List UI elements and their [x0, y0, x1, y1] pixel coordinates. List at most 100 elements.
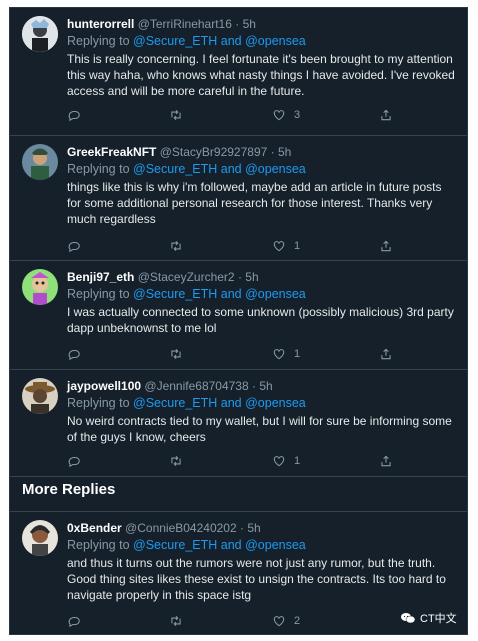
timestamp[interactable]: 5h [245, 270, 258, 284]
replying-to: Replying to @Secure_ETH and @opensea [67, 538, 306, 552]
reply-button[interactable] [67, 345, 81, 363]
like-icon [273, 616, 285, 627]
tweet-text: and thus it turns out the rumors were no… [67, 556, 446, 602]
display-name[interactable]: Benji97_eth [67, 270, 134, 284]
tweet-header: hunterorrell @TerriRinehart16 · 5h [67, 17, 256, 31]
tweet-actions: 1 [67, 345, 457, 363]
like-count: 1 [294, 348, 301, 360]
replies-panel: hunterorrell @TerriRinehart16 · 5h Reply… [9, 7, 468, 635]
retweet-icon [171, 240, 181, 252]
mention-link[interactable]: @Secure_ETH [133, 538, 217, 552]
avatar[interactable] [22, 378, 58, 414]
avatar[interactable] [22, 16, 58, 52]
watermark-text: CT中文 [420, 613, 457, 625]
mention-link[interactable]: @opensea [245, 162, 306, 176]
like-button[interactable]: 3 [272, 106, 300, 124]
timestamp[interactable]: 5h [259, 379, 272, 393]
handle[interactable]: @TerriRinehart16 [138, 17, 232, 31]
wechat-icon [401, 613, 416, 624]
like-count: 3 [294, 109, 301, 121]
avatar[interactable] [22, 520, 58, 556]
avatar[interactable] [22, 144, 58, 180]
retweet-icon [171, 348, 181, 360]
mention-link[interactable]: @Secure_ETH [133, 34, 217, 48]
tweet-text: things like this is why i'm followed, ma… [67, 180, 442, 226]
share-button[interactable] [379, 452, 393, 470]
reply-icon [68, 349, 80, 361]
tweet-header: GreekFreakNFT @StacyBr92927897 · 5h [67, 145, 292, 159]
like-count: 1 [294, 455, 301, 467]
share-icon [381, 240, 391, 252]
share-icon [381, 455, 391, 467]
display-name[interactable]: hunterorrell [67, 17, 134, 31]
timestamp[interactable]: 5h [243, 17, 256, 31]
replying-to: Replying to @Secure_ETH and @opensea [67, 396, 306, 410]
retweet-button[interactable] [169, 612, 183, 630]
reply-button[interactable] [67, 612, 81, 630]
like-button[interactable]: 2 [272, 612, 300, 630]
reply-icon [68, 456, 80, 468]
retweet-button[interactable] [169, 237, 183, 255]
tweet-4[interactable]: jaypowell100 @Jennife68704738 · 5h Reply… [10, 370, 467, 477]
share-icon [381, 348, 391, 360]
replying-to: Replying to @Secure_ETH and @opensea [67, 34, 306, 48]
like-button[interactable]: 1 [272, 237, 300, 255]
tweet-1[interactable]: hunterorrell @TerriRinehart16 · 5h Reply… [10, 8, 467, 136]
display-name[interactable]: GreekFreakNFT [67, 145, 156, 159]
retweet-button[interactable] [169, 106, 183, 124]
retweet-icon [171, 455, 181, 467]
mention-link[interactable]: @Secure_ETH [133, 287, 217, 301]
handle[interactable]: @Jennife68704738 [144, 379, 248, 393]
avatar[interactable] [22, 269, 58, 305]
more-replies-heading: More Replies [22, 481, 116, 498]
share-button[interactable] [379, 237, 393, 255]
display-name[interactable]: jaypowell100 [67, 379, 141, 393]
like-button[interactable]: 1 [272, 345, 300, 363]
tweet-header: jaypowell100 @Jennife68704738 · 5h [67, 379, 273, 393]
reply-button[interactable] [67, 237, 81, 255]
tweet-text: I was actually connected to some unknown… [67, 305, 454, 335]
like-icon [273, 110, 285, 121]
tweet-header: 0xBender @ConnieB04240202 · 5h [67, 521, 261, 535]
tweet-3[interactable]: Benji97_eth @StaceyZurcher2 · 5h Replyin… [10, 261, 467, 370]
like-icon [273, 349, 285, 360]
replying-to: Replying to @Secure_ETH and @opensea [67, 287, 306, 301]
tweet-actions: 3 [67, 106, 457, 124]
reply-button[interactable] [67, 106, 81, 124]
reply-icon [68, 241, 80, 253]
handle[interactable]: @StaceyZurcher2 [138, 270, 235, 284]
share-button[interactable] [379, 106, 393, 124]
retweet-button[interactable] [169, 452, 183, 470]
retweet-icon [171, 615, 181, 627]
tweet-5[interactable]: 0xBender @ConnieB04240202 · 5h Replying … [10, 511, 467, 634]
tweet-actions: 1 [67, 452, 457, 470]
handle[interactable]: @ConnieB04240202 [125, 521, 237, 535]
retweet-button[interactable] [169, 345, 183, 363]
share-button[interactable] [379, 345, 393, 363]
timestamp[interactable]: 5h [247, 521, 260, 535]
mention-link[interactable]: @opensea [245, 287, 306, 301]
reply-icon [68, 616, 80, 628]
like-count: 1 [294, 240, 301, 252]
mention-link[interactable]: @opensea [245, 396, 306, 410]
tweet-text: No weird contracts tied to my wallet, bu… [67, 414, 452, 444]
display-name[interactable]: 0xBender [67, 521, 122, 535]
mention-link[interactable]: @Secure_ETH [133, 162, 217, 176]
tweet-actions: 2 [67, 612, 457, 630]
mention-link[interactable]: @Secure_ETH [133, 396, 217, 410]
mention-link[interactable]: @opensea [245, 34, 306, 48]
tweet-actions: 1 [67, 237, 457, 255]
like-icon [273, 456, 285, 467]
replying-to: Replying to @Secure_ETH and @opensea [67, 162, 306, 176]
like-icon [273, 241, 285, 252]
timestamp[interactable]: 5h [278, 145, 291, 159]
reply-icon [68, 110, 80, 122]
mention-link[interactable]: @opensea [245, 538, 306, 552]
handle[interactable]: @StacyBr92927897 [160, 145, 268, 159]
tweet-2[interactable]: GreekFreakNFT @StacyBr92927897 · 5h Repl… [10, 136, 467, 261]
reply-button[interactable] [67, 452, 81, 470]
retweet-icon [171, 109, 181, 121]
tweet-header: Benji97_eth @StaceyZurcher2 · 5h [67, 270, 259, 284]
like-button[interactable]: 1 [272, 452, 300, 470]
watermark: CT中文 [400, 610, 457, 626]
